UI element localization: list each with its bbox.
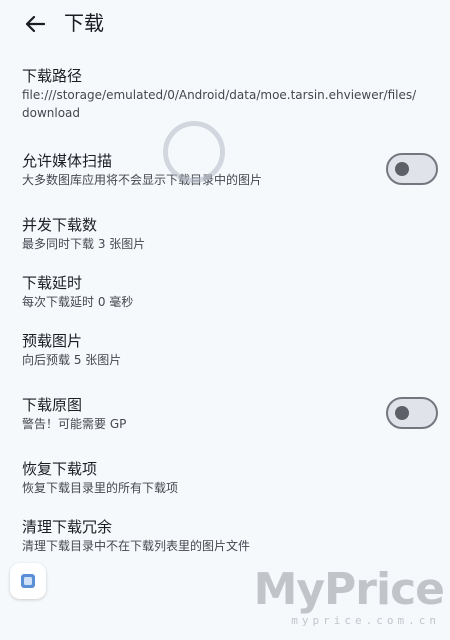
pref-title: 清理下载冗余 [22,518,113,536]
pref-summary: 恢复下载目录里的所有下载项 [22,481,179,495]
pref-download-delay[interactable]: 下载延时 每次下载延时 0 毫秒 [22,273,428,311]
pref-download-original[interactable]: 下载原图 警告！可能需要 GP [22,395,428,433]
pref-media-scan[interactable]: 允许媒体扫描 大多数图库应用将不会显示下载目录中的图片 [22,151,428,189]
pref-title: 预载图片 [22,332,83,350]
pref-preload-images[interactable]: 预载图片 向后预载 5 张图片 [22,331,428,369]
pref-title: 下载原图 [22,396,83,414]
watermark: MyPrice myprice.com.cn [253,564,445,628]
pref-restore-downloads[interactable]: 恢复下载项 恢复下载目录里的所有下载项 [22,459,428,497]
page-title: 下载 [64,11,104,35]
pref-download-path[interactable]: 下载路径 file:///storage/emulated/0/Android/… [22,66,428,122]
pref-title: 下载路径 [22,67,83,85]
pref-clean-redundancy[interactable]: 清理下载冗余 清理下载目录中不在下载列表里的图片文件 [22,517,428,555]
app-shortcut-icon [21,574,35,588]
top-app-bar: 下载 [0,0,450,48]
floating-tool-button[interactable] [10,563,46,599]
pref-summary: 每次下载延时 0 毫秒 [22,295,134,309]
watermark-domain: myprice.com.cn [291,614,440,627]
pref-summary: file:///storage/emulated/0/Android/data/… [22,88,417,120]
media-scan-switch[interactable] [386,153,438,185]
pref-title: 允许媒体扫描 [22,152,113,170]
pref-summary: 警告！可能需要 GP [22,417,127,431]
watermark-brand: MyPrice [253,564,445,615]
pref-summary: 向后预载 5 张图片 [22,353,122,367]
pref-summary: 最多同时下载 3 张图片 [22,237,146,251]
switch-thumb [395,406,409,420]
pref-concurrent-downloads[interactable]: 并发下载数 最多同时下载 3 张图片 [22,215,428,253]
pref-title: 下载延时 [22,274,83,292]
pref-summary: 大多数图库应用将不会显示下载目录中的图片 [22,173,263,187]
pref-title: 并发下载数 [22,216,98,234]
download-original-switch[interactable] [386,397,438,429]
switch-thumb [395,162,409,176]
pref-title: 恢复下载项 [22,460,98,478]
arrow-left-icon [25,15,45,33]
back-button[interactable] [22,12,48,36]
pref-summary: 清理下载目录中不在下载列表里的图片文件 [22,539,251,553]
